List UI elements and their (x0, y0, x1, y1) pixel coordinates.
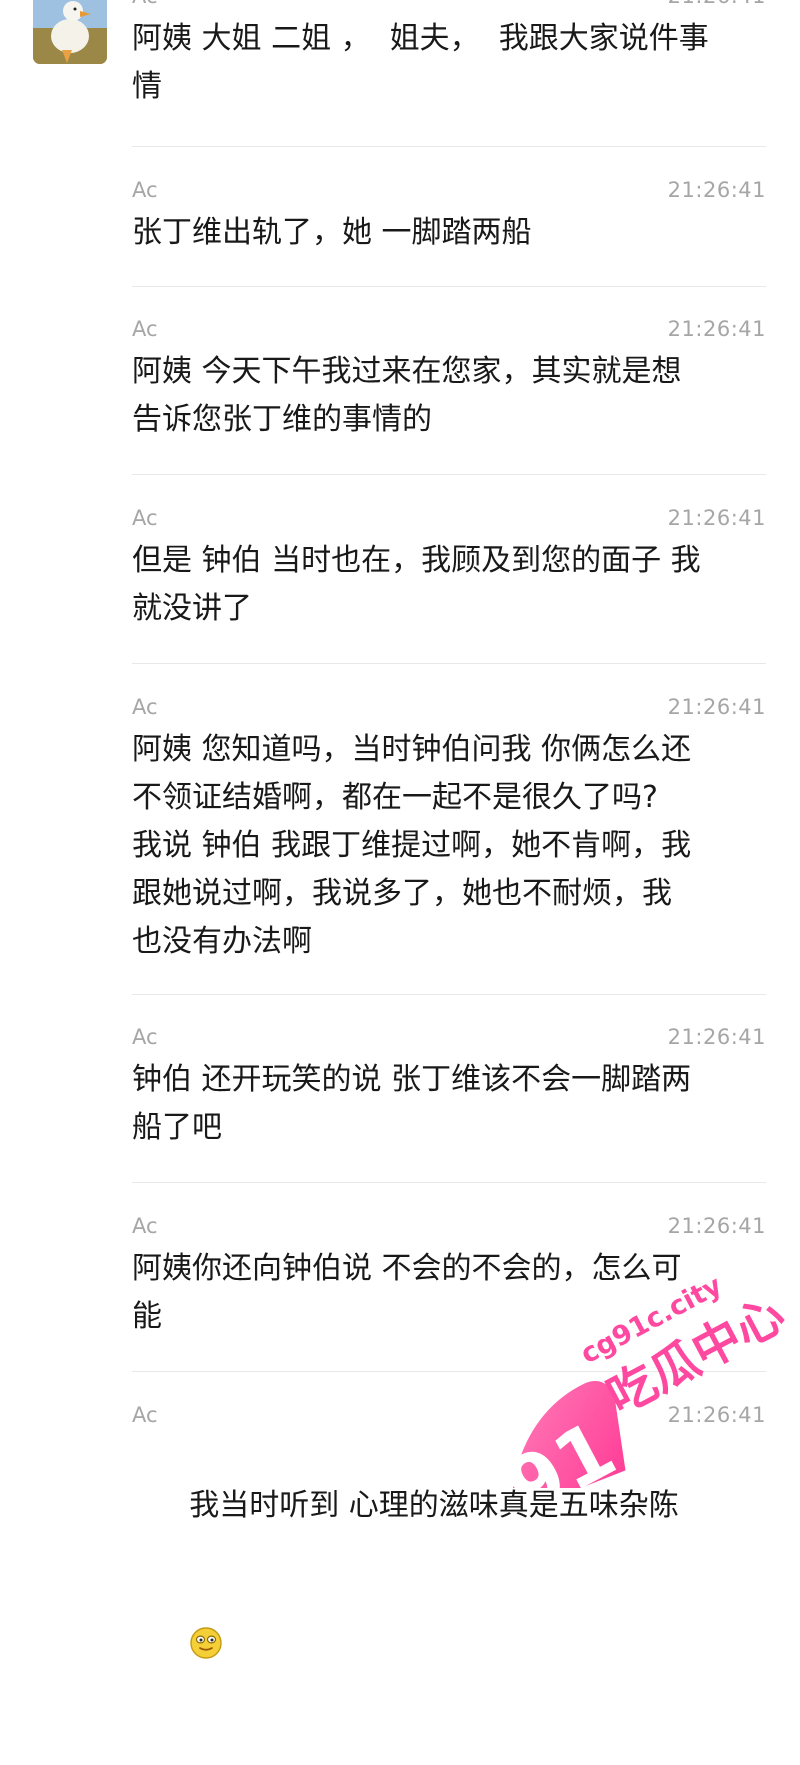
sender-name: Ac (132, 1214, 158, 1238)
message-meta: Ac 21:26:41 (132, 317, 766, 341)
message-time: 21:26:41 (667, 1214, 766, 1238)
message-time: 21:26:41 (667, 1025, 766, 1049)
message-divider (132, 286, 766, 287)
message-time: 21:26:41 (667, 695, 766, 719)
sender-name: Ac (132, 1403, 158, 1427)
message-divider (132, 994, 766, 995)
message-time: 21:26:41 (667, 506, 766, 530)
message-text: 张丁维出轨了，她 一脚踏两船 (132, 215, 532, 250)
message-meta: Ac 21:26:41 (132, 178, 766, 202)
message-meta: Ac 21:26:41 (132, 695, 766, 719)
sender-name: Ac (132, 0, 158, 8)
message-text: 阿姨 您知道吗，当时钟伯问我 你俩怎么还 不领证结婚啊，都在一起不是很久了吗? … (132, 732, 692, 959)
watermark-logo-icon: 91 cg91c.city 吃瓜中心 (455, 1270, 800, 1535)
message-meta: Ac 21:26:41 (132, 1214, 766, 1238)
sender-name: Ac (132, 695, 158, 719)
message-text: 钟伯 还开玩笑的说 张丁维该不会一脚踏两 船了吧 (132, 1062, 692, 1145)
message-text: 但是 钟伯 当时也在，我顾及到您的面子 我 就没讲了 (132, 543, 701, 626)
message-text: 我当时听到 心理的滋味真是五味杂陈 (189, 1488, 679, 1523)
message-meta: Ac 21:26:41 (132, 0, 766, 8)
message-text: 阿姨 今天下午我过来在您家，其实就是想 告诉您张丁维的事情的 (132, 354, 682, 437)
message-text: 阿姨 大姐 二姐 ， 姐夫， 我跟大家说件事 情 (132, 21, 709, 104)
sender-name: Ac (132, 317, 158, 341)
message-time: 21:26:41 (667, 178, 766, 202)
avatar[interactable] (33, 0, 107, 64)
message-meta: Ac 21:26:41 (132, 1025, 766, 1049)
message-divider (132, 1182, 766, 1183)
message-meta: Ac 21:26:41 (132, 506, 766, 530)
message-time: 21:26:41 (668, 0, 766, 8)
message-divider (132, 146, 766, 147)
sender-name: Ac (132, 506, 158, 530)
duck-photo-icon (33, 0, 107, 64)
message-divider (132, 474, 766, 475)
smiling-face-icon (189, 1530, 223, 1659)
message-divider (132, 663, 766, 664)
sender-name: Ac (132, 1025, 158, 1049)
message-time: 21:26:41 (667, 317, 766, 341)
sender-name: Ac (132, 178, 158, 202)
